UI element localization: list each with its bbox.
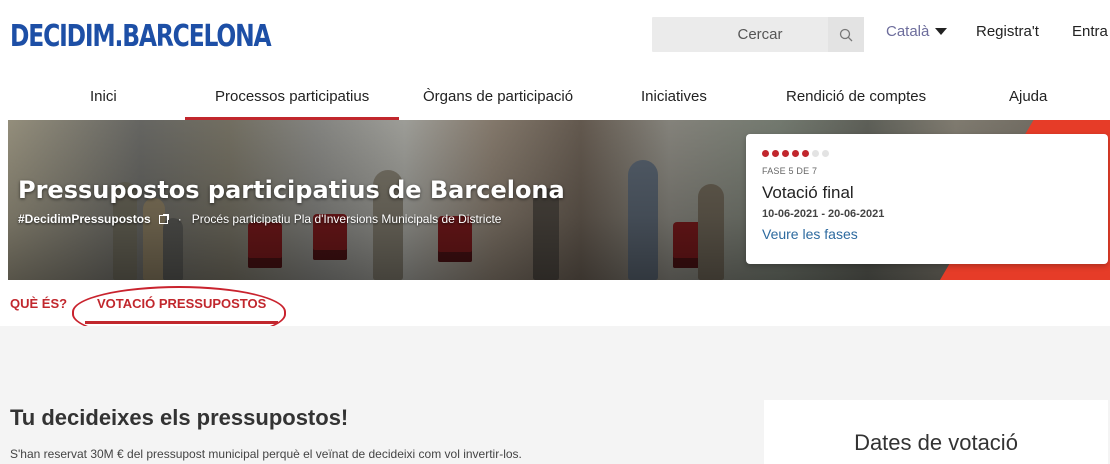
main-nav: Inici Processos participatius Òrgans de … <box>0 70 1110 121</box>
nav-item-rendicio[interactable]: Rendició de comptes <box>786 88 926 105</box>
view-phases-link[interactable]: Veure les fases <box>762 226 858 242</box>
nav-item-iniciatives[interactable]: Iniciatives <box>641 88 707 105</box>
subtitle-separator: · <box>177 212 182 226</box>
nav-item-processos[interactable]: Processos participatius <box>184 88 400 121</box>
process-title: Pressupostos participatius de Barcelona <box>18 176 565 204</box>
phase-dot <box>762 149 769 157</box>
language-selector[interactable]: Català <box>886 23 948 40</box>
content-area: Tu decideixes els pressupostos! S'han re… <box>0 326 1110 464</box>
nav-item-ajuda[interactable]: Ajuda <box>1009 88 1047 105</box>
caret-down-icon <box>935 28 948 35</box>
phase-number: FASE 5 DE 7 <box>762 166 818 176</box>
phase-dot <box>772 149 779 157</box>
phase-dot <box>822 149 829 157</box>
phase-dot <box>782 149 789 157</box>
nav-item-inici[interactable]: Inici <box>90 88 117 105</box>
external-link-icon <box>158 213 169 224</box>
logo-text: DECIDIM.BARCELONA <box>10 18 272 54</box>
content-description: S'han reservat 30M € del pressupost muni… <box>10 447 522 461</box>
phase-name: Votació final <box>762 183 854 202</box>
phase-progress <box>762 148 1092 158</box>
search-input[interactable]: Cercar <box>652 26 828 43</box>
process-subtitle-text: Procés participatiu Pla d'Inversions Mun… <box>191 212 502 226</box>
phase-dot <box>812 149 819 157</box>
voting-dates-title: Dates de votació <box>854 430 1018 455</box>
search-box[interactable]: Cercar <box>652 17 864 52</box>
content-title: Tu decideixes els pressupostos! <box>10 405 349 430</box>
login-link[interactable]: Entra <box>1072 23 1108 40</box>
site-logo[interactable]: DECIDIM.BARCELONA <box>10 14 344 58</box>
phase-dot <box>792 149 799 157</box>
phase-dates: 10-06-2021 - 20-06-2021 <box>762 208 885 220</box>
search-icon <box>839 28 853 41</box>
register-link[interactable]: Registra't <box>976 23 1039 40</box>
phase-card: FASE 5 DE 7 Votació final 10-06-2021 - 2… <box>746 134 1108 264</box>
language-label: Català <box>886 23 930 40</box>
tab-que-es[interactable]: QUÈ ÉS? <box>10 296 67 311</box>
process-subtitle: #DecidimPressupostos · Procés participat… <box>18 212 501 226</box>
voting-dates-card: Dates de votació <box>764 400 1108 464</box>
nav-item-organs[interactable]: Òrgans de participació <box>423 88 573 105</box>
search-button[interactable] <box>828 17 864 52</box>
hashtag-link[interactable]: #DecidimPressupostos <box>18 212 151 226</box>
phase-dot <box>802 149 809 157</box>
